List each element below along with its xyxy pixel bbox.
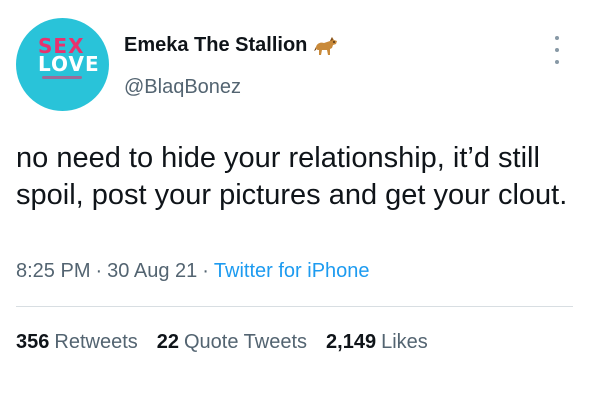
- tweet-source-link[interactable]: Twitter for iPhone: [214, 260, 370, 282]
- likes-stat[interactable]: 2,149 Likes: [326, 331, 428, 354]
- quote-tweets-count: 22: [156, 331, 179, 353]
- retweets-count: 356: [16, 331, 50, 353]
- author-display-name[interactable]: Emeka The Stallion: [124, 34, 307, 57]
- likes-count: 2,149: [326, 331, 377, 353]
- tweet-date[interactable]: 30 Aug 21: [107, 260, 197, 282]
- retweets-stat[interactable]: 356 Retweets: [16, 331, 138, 354]
- horse-icon: [313, 35, 339, 57]
- author-name-row: Emeka The Stallion: [124, 34, 339, 57]
- avatar-logo-underline: [42, 76, 82, 79]
- avatar[interactable]: SEX LOVE: [16, 18, 109, 111]
- quote-tweets-stat[interactable]: 22 Quote Tweets: [157, 331, 307, 354]
- divider: [16, 306, 573, 307]
- tweet-time[interactable]: 8:25 PM: [16, 260, 90, 282]
- author-handle[interactable]: @BlaqBonez: [124, 76, 241, 99]
- tweet-meta: 8:25 PM · 30 Aug 21 · Twitter for iPhone: [16, 260, 370, 283]
- more-options-icon[interactable]: [547, 36, 567, 64]
- likes-label: Likes: [381, 331, 428, 353]
- retweets-label: Retweets: [54, 331, 138, 353]
- avatar-logo-text-bottom: LOVE: [38, 52, 100, 76]
- tweet-card: SEX LOVE Emeka The Stallion @BlaqBonez n…: [0, 0, 589, 420]
- tweet-text: no need to hide your relationship, it’d …: [16, 142, 568, 211]
- quote-tweets-label: Quote Tweets: [184, 331, 308, 353]
- meta-separator: ·: [95, 260, 103, 282]
- meta-separator: ·: [202, 260, 209, 282]
- tweet-stats: 356 Retweets 22 Quote Tweets 2,149 Likes: [16, 331, 428, 354]
